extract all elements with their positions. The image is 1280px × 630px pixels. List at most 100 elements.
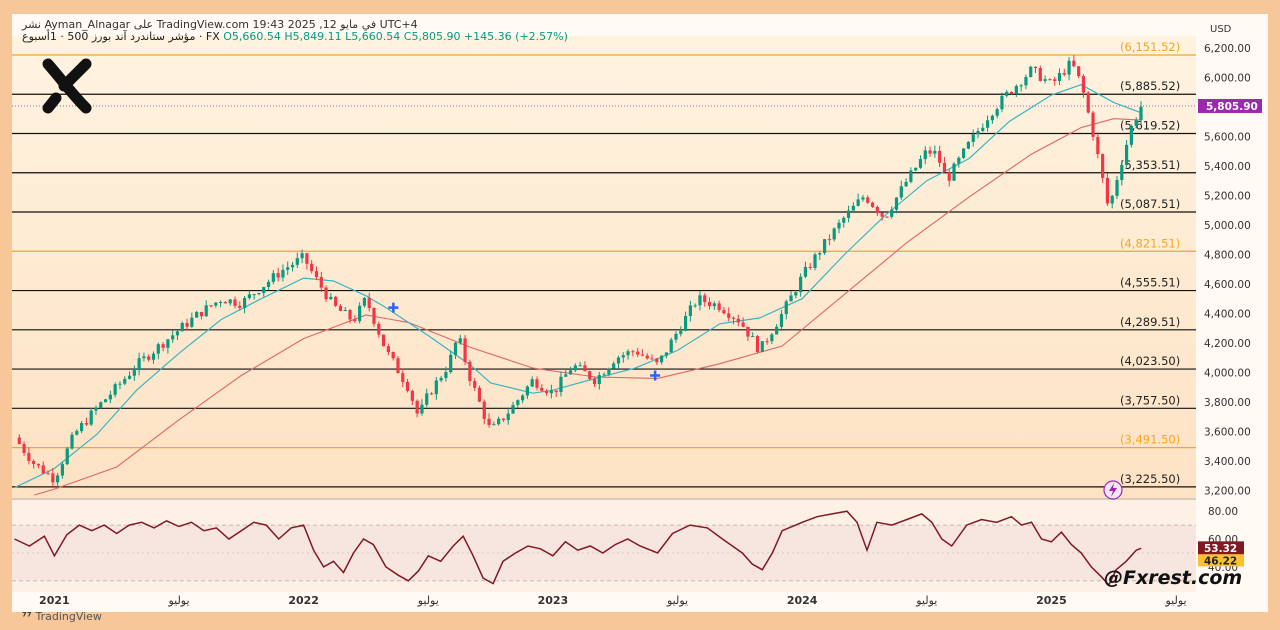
candle-body [238, 305, 242, 308]
candle-body [751, 336, 755, 338]
candle-body [482, 401, 486, 419]
candle-body [367, 298, 371, 309]
chart-canvas[interactable]: (6,151.52) (5,885.52) (5,619.52) (5,353.51)… [12, 14, 1268, 612]
candle-body [856, 199, 860, 206]
candle-body [242, 298, 247, 308]
candle-body [588, 371, 592, 379]
price-tick-label: 5,000.00 [1204, 220, 1251, 232]
candle-body [693, 305, 697, 307]
candle-body [775, 326, 779, 335]
candle-body [118, 383, 122, 385]
candle-body [70, 434, 74, 449]
price-tick-label: 4,400.00 [1204, 308, 1251, 320]
candle-body [736, 318, 740, 323]
candle-body [731, 317, 736, 319]
level-label: (6,151.52) [1120, 40, 1180, 54]
candle-body [779, 314, 784, 327]
candle-body [391, 352, 395, 359]
candle-body [1029, 66, 1033, 77]
candle-body [305, 253, 309, 264]
time-tick-label: 2022 [288, 594, 319, 607]
candle-body [1033, 66, 1038, 69]
candle-body [525, 386, 529, 396]
candle-body [669, 339, 673, 353]
time-tick-label: يوليو [666, 594, 688, 607]
candle-body [760, 341, 764, 352]
candle-body [822, 239, 827, 254]
candle-body [405, 382, 410, 391]
candle-body [947, 172, 951, 181]
candle-body [156, 344, 160, 354]
candle-body [429, 393, 434, 395]
high-value: H5,849.11 [284, 30, 342, 43]
candle-body [765, 341, 769, 343]
candle-body [199, 311, 204, 317]
candle-body [223, 302, 228, 304]
candle-body [655, 358, 659, 363]
candle-body [1086, 92, 1090, 113]
candle-body [1057, 73, 1062, 81]
candle-body [381, 334, 386, 347]
time-tick-label: يوليو [1165, 594, 1187, 607]
candle-body [1005, 91, 1009, 96]
candle-body [938, 150, 942, 163]
candle-body [784, 301, 788, 315]
candle-body [698, 295, 702, 306]
candle-body [770, 334, 774, 342]
candle-body [1115, 180, 1119, 196]
candle-body [386, 346, 390, 353]
candle-body [271, 273, 275, 282]
candle-body [607, 368, 611, 375]
candle-body [688, 305, 692, 317]
candle-body [832, 228, 836, 240]
candle-body [799, 276, 803, 293]
candle-body [813, 254, 817, 269]
candle-body [151, 353, 156, 360]
price-tick-label: 3,800.00 [1204, 397, 1251, 409]
tradingview-footer[interactable]: ⁷⁷ TradingView [22, 610, 102, 623]
price-tick-label: 4,800.00 [1204, 249, 1251, 261]
time-tick-label: يوليو [417, 594, 439, 607]
candle-body [516, 400, 520, 405]
price-tick-label: 6,000.00 [1204, 72, 1251, 84]
candle-body [1014, 85, 1018, 94]
level-label: (3,491.50) [1120, 433, 1180, 447]
candle-body [626, 351, 630, 356]
candle-body [803, 266, 808, 277]
candle-body [228, 299, 232, 304]
candle-body [966, 141, 971, 149]
candle-body [1062, 73, 1066, 75]
level-label: (3,225.50) [1120, 472, 1180, 486]
level-label: (4,821.51) [1120, 236, 1180, 250]
candle-body [362, 298, 367, 306]
candle-body [880, 213, 884, 217]
candle-body [741, 322, 745, 327]
candle-body [219, 302, 223, 304]
candle-body [540, 387, 544, 391]
candle-body [755, 336, 760, 352]
candle-body [1139, 106, 1143, 121]
candle-body [549, 390, 553, 394]
candle-body [674, 333, 678, 340]
candle-body [396, 358, 400, 374]
candle-body [343, 310, 347, 312]
candle-body [712, 303, 716, 307]
time-tick-label: 2024 [787, 594, 818, 607]
rsi-value-text: 53.32 [1204, 543, 1237, 555]
level-label: (5,885.52) [1120, 79, 1180, 93]
candle-body [568, 370, 573, 375]
candle-body [439, 377, 443, 381]
candle-body [348, 310, 352, 320]
candle-body [660, 355, 664, 363]
candle-body [17, 437, 21, 444]
candle-body [103, 399, 108, 403]
candle-body [123, 378, 127, 384]
candle-body [295, 258, 299, 265]
candle-body [1120, 165, 1124, 181]
candle-body [171, 335, 175, 340]
candle-body [487, 418, 491, 425]
candle-body [827, 239, 831, 241]
candle-body [933, 150, 937, 154]
candle-body [1124, 144, 1129, 166]
candle-body [995, 109, 999, 116]
